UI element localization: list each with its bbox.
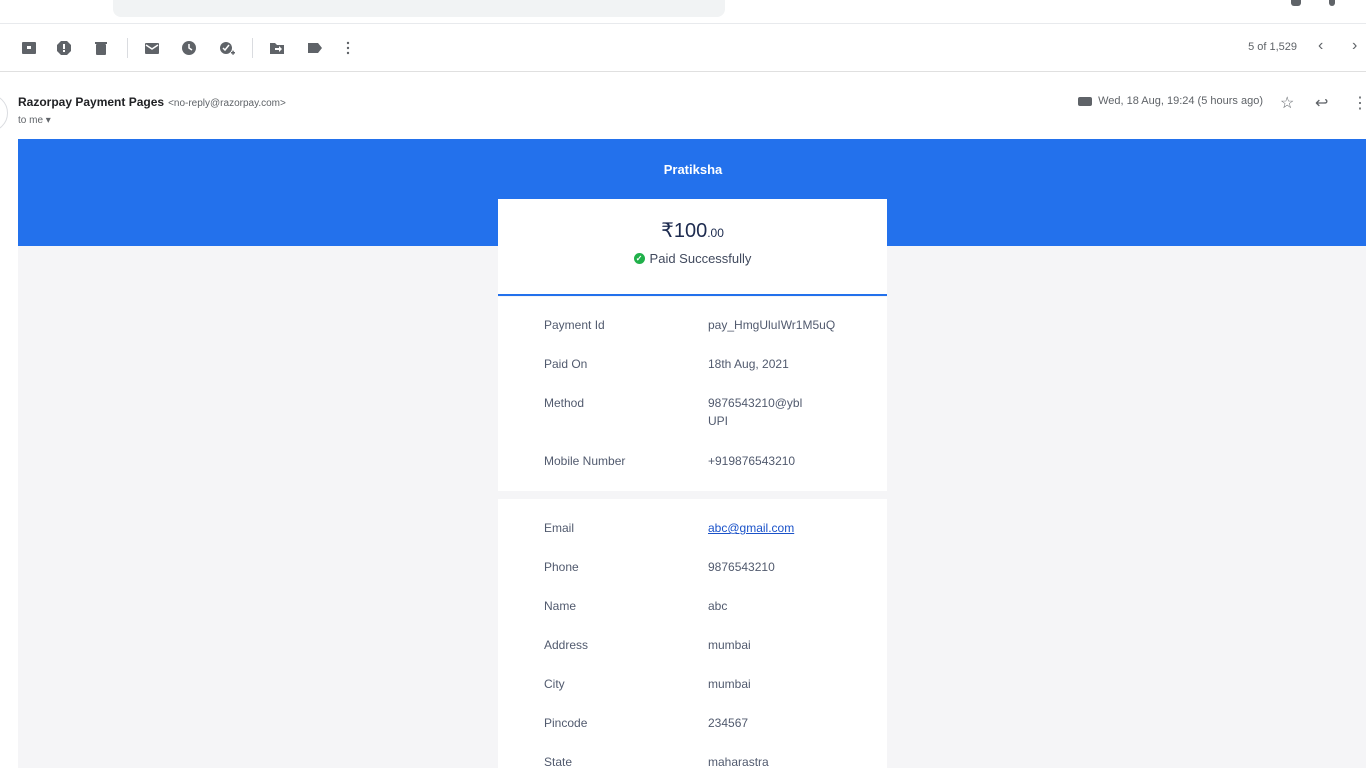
amount-main: ₹100: [661, 220, 708, 242]
payment-details-card: Payment Id pay_HmgUluIWr1M5uQ Paid On 18…: [498, 297, 887, 491]
settings-icon[interactable]: [1329, 0, 1335, 6]
customer-value: abc: [708, 599, 728, 613]
customer-label: City: [544, 677, 565, 691]
customer-label: Pincode: [544, 716, 588, 730]
customer-value: mumbai: [708, 638, 751, 652]
sender-email: <no-reply@razorpay.com>: [168, 98, 286, 109]
add-to-tasks-icon[interactable]: [218, 39, 236, 57]
toolbar-divider: [127, 38, 128, 58]
archive-icon[interactable]: [20, 39, 38, 57]
more-icon[interactable]: [339, 39, 357, 57]
customer-value: 234567: [708, 716, 749, 730]
detail-label: Mobile Number: [544, 454, 626, 468]
toolbar-divider: [252, 38, 253, 58]
customer-label: State: [544, 755, 573, 769]
message-more-icon[interactable]: ⋮: [1352, 93, 1366, 113]
message-toolbar: 5 of 1,529 ‹ ›: [0, 24, 1366, 72]
customer-label: Phone: [544, 560, 579, 574]
date-text: Wed, 18 Aug, 19:24 (5 hours ago): [1098, 95, 1263, 107]
customer-value: 9876543210: [708, 560, 775, 574]
detail-value: +919876543210: [708, 454, 796, 468]
success-check-icon: ✓: [633, 253, 645, 264]
detail-value: pay_HmgUluIWr1M5uQ: [708, 318, 836, 332]
top-bar: [0, 0, 1366, 24]
detail-value: 9876543210@ybl: [708, 396, 803, 410]
sender-avatar: [0, 94, 8, 132]
label-icon: [1078, 96, 1093, 106]
reply-icon[interactable]: ↩: [1315, 93, 1328, 113]
customer-value: maharastra: [708, 755, 769, 769]
customer-label: Address: [544, 638, 589, 652]
payment-status: ✓ Paid Successfully: [498, 251, 887, 266]
detail-label: Method: [544, 396, 585, 410]
recipient-details-toggle[interactable]: to me ▾: [18, 115, 51, 126]
message-date: Wed, 18 Aug, 19:24 (5 hours ago): [1078, 95, 1263, 107]
paid-amount: ₹100.00: [498, 218, 887, 243]
mark-unread-icon[interactable]: [143, 39, 161, 57]
merchant-name: Pratiksha: [663, 162, 723, 177]
detail-label: Payment Id: [544, 318, 605, 332]
customer-value: mumbai: [708, 677, 751, 691]
detail-label: Paid On: [544, 357, 588, 371]
message-header: Razorpay Payment Pages <no-reply@razorpay…: [0, 88, 1366, 136]
sender-name[interactable]: Razorpay Payment Pages <no-reply@razorpay…: [18, 95, 286, 109]
snooze-icon[interactable]: [180, 39, 198, 57]
star-icon[interactable]: ☆: [1280, 93, 1294, 113]
email-link[interactable]: abc@gmail.com: [708, 521, 794, 535]
detail-value: 18th Aug, 2021: [708, 357, 789, 371]
pagination-count: 5 of 1,529: [1248, 41, 1297, 53]
labels-icon[interactable]: [306, 39, 324, 57]
customer-details-card: Email abc@gmail.com Phone 9876543210 Nam…: [498, 499, 887, 769]
delete-icon[interactable]: [92, 39, 110, 57]
move-to-icon[interactable]: [268, 39, 286, 57]
report-spam-icon[interactable]: [55, 39, 73, 57]
newer-chevron-icon[interactable]: ‹: [1318, 37, 1323, 55]
detail-subvalue: UPI: [708, 414, 729, 428]
customer-label: Email: [544, 521, 575, 535]
older-chevron-icon[interactable]: ›: [1352, 37, 1357, 55]
amount-card: ₹100.00 ✓ Paid Successfully: [498, 199, 887, 296]
amount-paise: .00: [707, 226, 724, 240]
support-icon[interactable]: [1291, 0, 1301, 6]
search-bar[interactable]: [113, 0, 725, 17]
sender-name-text: Razorpay Payment Pages: [18, 95, 165, 109]
status-text: Paid Successfully: [649, 251, 752, 266]
customer-label: Name: [544, 599, 577, 613]
